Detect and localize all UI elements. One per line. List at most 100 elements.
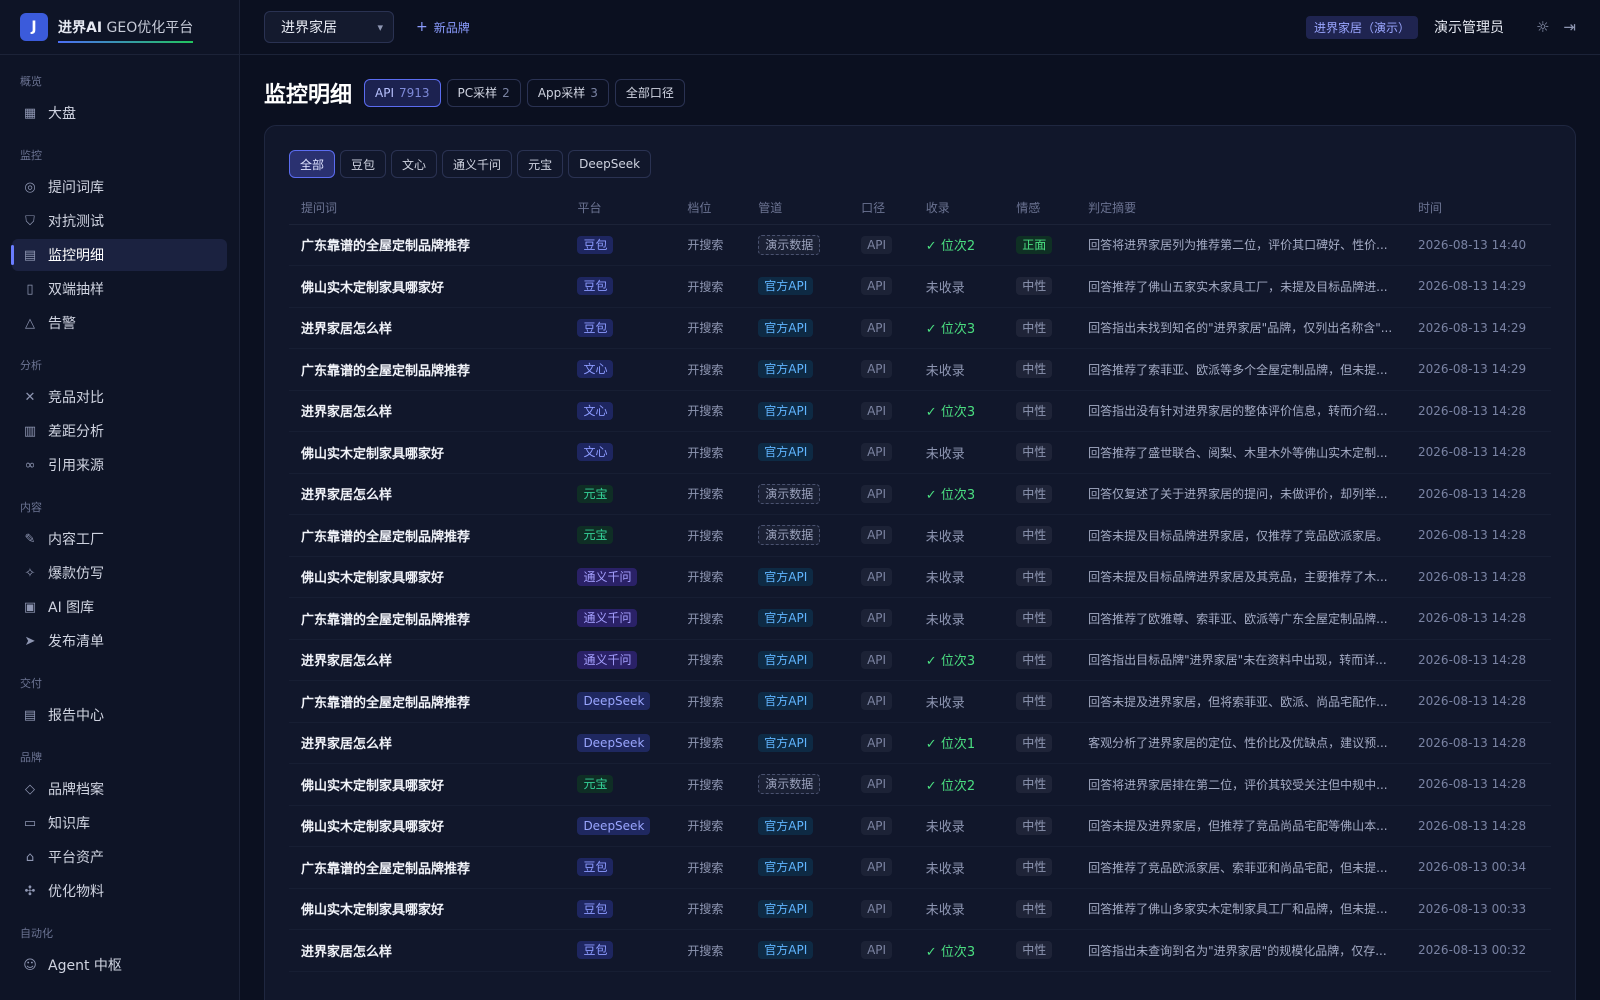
- table-row[interactable]: 进界家居怎么样 DeepSeek 开搜索 官方API API ✓ 位次1 中性 客观分析了进界…: [289, 722, 1551, 764]
- sidebar-item[interactable]: ▣ AI 图库: [12, 591, 227, 623]
- sidebar-item[interactable]: ✕ 竞品对比: [12, 381, 227, 413]
- query-cell[interactable]: 佛山实木定制家具哪家好: [289, 888, 566, 930]
- sidebar-item-label: 提问词库: [48, 180, 104, 196]
- table-row[interactable]: 进界家居怎么样 元宝 开搜索 演示数据 API ✓ 位次3 中性 回答仅复述了关于进界家居的提…: [289, 473, 1551, 515]
- rank-cell: ✓ 位次3: [913, 390, 1005, 432]
- sidebar-item-label: 差距分析: [48, 424, 104, 440]
- logout-icon[interactable]: ⇥: [1563, 18, 1576, 36]
- results-table: 提问词 平台 档位 管道 口径 收录 情感 判定摘要 时间 广东靠谱的全屋定制品牌推荐 豆包 开搜索…: [289, 192, 1551, 972]
- phone-icon: ▯: [26, 281, 34, 297]
- query-cell[interactable]: 广东靠谱的全屋定制品牌推荐: [289, 514, 566, 557]
- sidebar-item[interactable]: ☺ Agent 中枢: [12, 949, 227, 981]
- demo-brand-badge[interactable]: 进界家居（演示）: [1305, 15, 1418, 39]
- platform-filter[interactable]: 文心: [391, 150, 438, 178]
- sidebar-item[interactable]: ✣ 优化物料: [12, 875, 227, 907]
- table-row[interactable]: 进界家居怎么样 通义千问 开搜索 官方API API ✓ 位次3 中性 回答指出目标品牌"进界…: [289, 639, 1551, 681]
- column-header[interactable]: 管道: [746, 192, 850, 225]
- source-tab[interactable]: 全部口径: [614, 78, 685, 107]
- query-cell[interactable]: 广东靠谱的全屋定制品牌推荐: [289, 224, 566, 266]
- platform-tag: DeepSeek: [577, 816, 651, 835]
- table-row[interactable]: 佛山实木定制家具哪家好 文心 开搜索 官方API API 未收录 中性 回答推荐了盛世联合、阅…: [289, 431, 1551, 474]
- sidebar-item[interactable]: ▥ 差距分析: [12, 415, 227, 447]
- platform-tag: 文心: [577, 360, 614, 379]
- rank-status: ✓ 位次3: [925, 405, 976, 421]
- table-row[interactable]: 进界家居怎么样 文心 开搜索 官方API API ✓ 位次3 中性 回答指出没有针对进界家居的…: [289, 390, 1551, 432]
- query-cell[interactable]: 广东靠谱的全屋定制品牌推荐: [289, 680, 566, 723]
- sidebar-item[interactable]: ▭ 知识库: [12, 807, 227, 839]
- sidebar-item[interactable]: ▤ 报告中心: [12, 699, 227, 731]
- query-cell[interactable]: 佛山实木定制家具哪家好: [289, 556, 566, 598]
- brand-select[interactable]: 进界家居 ▾: [264, 11, 394, 43]
- query-cell[interactable]: 进界家居怎么样: [289, 929, 566, 972]
- sentiment-badge: 中性: [1016, 858, 1053, 877]
- column-header[interactable]: 判定摘要: [1076, 192, 1407, 225]
- query-cell[interactable]: 佛山实木定制家具哪家好: [289, 431, 566, 474]
- query-cell[interactable]: 佛山实木定制家具哪家好: [289, 805, 566, 847]
- query-cell[interactable]: 进界家居怎么样: [289, 473, 566, 515]
- query-cell[interactable]: 进界家居怎么样: [289, 307, 566, 349]
- column-header[interactable]: 情感: [1004, 192, 1077, 225]
- table-row[interactable]: 进界家居怎么样 豆包 开搜索 官方API API ✓ 位次3 中性 回答指出未查询到名为"进界…: [289, 929, 1551, 972]
- platform-filter[interactable]: 豆包: [340, 150, 387, 178]
- column-header[interactable]: 口径: [849, 192, 914, 225]
- query-cell[interactable]: 进界家居怎么样: [289, 722, 566, 764]
- pen-icon: ✎: [24, 531, 36, 547]
- column-header[interactable]: 时间: [1406, 192, 1551, 225]
- sidebar-item[interactable]: ➤ 发布清单: [12, 625, 227, 657]
- channel-cell: 官方API: [746, 431, 850, 474]
- channel-tag: 演示数据: [758, 483, 821, 504]
- platform-filter[interactable]: DeepSeek: [568, 150, 652, 178]
- user-name[interactable]: 演示管理员: [1434, 17, 1504, 37]
- source-tab[interactable]: API 7913: [364, 78, 441, 107]
- channel-tag: 演示数据: [758, 525, 821, 546]
- sidebar-item[interactable]: ✧ 爆款仿写: [12, 557, 227, 589]
- sidebar-item[interactable]: ✎ 内容工厂: [12, 523, 227, 555]
- sidebar-item[interactable]: ▦ 大盘: [12, 97, 227, 129]
- column-header[interactable]: 收录: [913, 192, 1005, 225]
- query-cell[interactable]: 佛山实木定制家具哪家好: [289, 265, 566, 308]
- column-header[interactable]: 档位: [675, 192, 747, 225]
- sidebar-item[interactable]: △ 告警: [12, 307, 227, 339]
- query-cell[interactable]: 广东靠谱的全屋定制品牌推荐: [289, 348, 566, 391]
- table-row[interactable]: 佛山实木定制家具哪家好 元宝 开搜索 演示数据 API ✓ 位次2 中性 回答将进界家居排在第…: [289, 763, 1551, 806]
- channel-cell: 官方API: [746, 846, 850, 889]
- table-row[interactable]: 佛山实木定制家具哪家好 豆包 开搜索 官方API API 未收录 中性 回答推荐了佛山五家实木…: [289, 265, 1551, 308]
- table-row[interactable]: 佛山实木定制家具哪家好 豆包 开搜索 官方API API 未收录 中性 回答推荐了佛山多家实木…: [289, 888, 1551, 930]
- table-row[interactable]: 佛山实木定制家具哪家好 DeepSeek 开搜索 官方API API 未收录 中性 回答未提及…: [289, 805, 1551, 847]
- sidebar-item[interactable]: ▤ 监控明细: [11, 239, 227, 271]
- table-row[interactable]: 广东靠谱的全屋定制品牌推荐 通义千问 开搜索 官方API API 未收录 中性 回答推荐了欧雅…: [289, 597, 1551, 640]
- sun-icon[interactable]: ☼: [1536, 18, 1549, 36]
- channel-tag: 官方API: [758, 443, 814, 462]
- query-cell[interactable]: 广东靠谱的全屋定制品牌推荐: [289, 846, 566, 889]
- column-header[interactable]: 平台: [565, 192, 676, 225]
- sentiment-badge: 中性: [1016, 277, 1053, 296]
- table-row[interactable]: 佛山实木定制家具哪家好 通义千问 开搜索 官方API API 未收录 中性 回答未提及目标品牌…: [289, 556, 1551, 598]
- sidebar-item[interactable]: ◎ 提问词库: [12, 171, 227, 203]
- platform-cell: 文心: [565, 390, 676, 432]
- query-cell[interactable]: 进界家居怎么样: [289, 390, 566, 432]
- table-row[interactable]: 广东靠谱的全屋定制品牌推荐 文心 开搜索 官方API API 未收录 中性 回答推荐了索菲亚、…: [289, 348, 1551, 391]
- sidebar-item[interactable]: ⌂ 平台资产: [12, 841, 227, 873]
- platform-filter[interactable]: 元宝: [517, 150, 564, 178]
- table-row[interactable]: 广东靠谱的全屋定制品牌推荐 DeepSeek 开搜索 官方API API 未收录 中性 回答未…: [289, 680, 1551, 723]
- sidebar-item[interactable]: ∞ 引用来源: [12, 449, 227, 481]
- column-header[interactable]: 提问词: [289, 192, 566, 225]
- table-row[interactable]: 广东靠谱的全屋定制品牌推荐 元宝 开搜索 演示数据 API 未收录 中性 回答未提及目标品牌进…: [289, 514, 1551, 557]
- sentiment-badge: 中性: [1016, 899, 1053, 918]
- query-cell[interactable]: 佛山实木定制家具哪家好: [289, 763, 566, 806]
- table-row[interactable]: 广东靠谱的全屋定制品牌推荐 豆包 开搜索 演示数据 API ✓ 位次2 正面 回答将进界家居列…: [289, 224, 1551, 266]
- new-brand-button[interactable]: + 新品牌: [416, 19, 470, 36]
- sidebar-item[interactable]: ◇ 品牌档案: [12, 773, 227, 805]
- platform-filter[interactable]: 通义千问: [442, 150, 513, 178]
- sidebar-item[interactable]: ▯ 双端抽样: [12, 273, 227, 305]
- table-row[interactable]: 广东靠谱的全屋定制品牌推荐 豆包 开搜索 官方API API 未收录 中性 回答推荐了竞品欧派…: [289, 846, 1551, 889]
- source-tab[interactable]: PC采样 2: [446, 78, 521, 107]
- sidebar-item[interactable]: ⛉ 对抗测试: [12, 205, 227, 237]
- source-tab[interactable]: App采样 3: [526, 78, 609, 107]
- query-cell[interactable]: 进界家居怎么样: [289, 639, 566, 681]
- app-logo[interactable]: J 进界AI GEO优化平台: [0, 0, 239, 55]
- send-icon: ➤: [24, 633, 36, 649]
- platform-filter[interactable]: 全部: [289, 150, 336, 178]
- query-cell[interactable]: 广东靠谱的全屋定制品牌推荐: [289, 597, 566, 640]
- table-row[interactable]: 进界家居怎么样 豆包 开搜索 官方API API ✓ 位次3 中性 回答指出未找到知名的"进界…: [289, 307, 1551, 349]
